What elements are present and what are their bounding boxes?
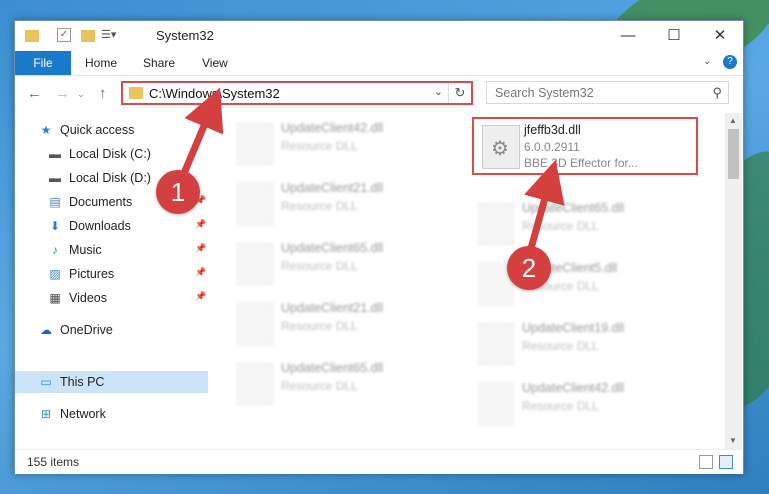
- annotation-arrows: [178, 87, 565, 256]
- annotation-arrow-1: [178, 87, 224, 182]
- annotation-arrow-2: [524, 159, 565, 256]
- annotation-badge-2: 2: [507, 246, 551, 290]
- annotation-badge-1: 1: [156, 170, 200, 214]
